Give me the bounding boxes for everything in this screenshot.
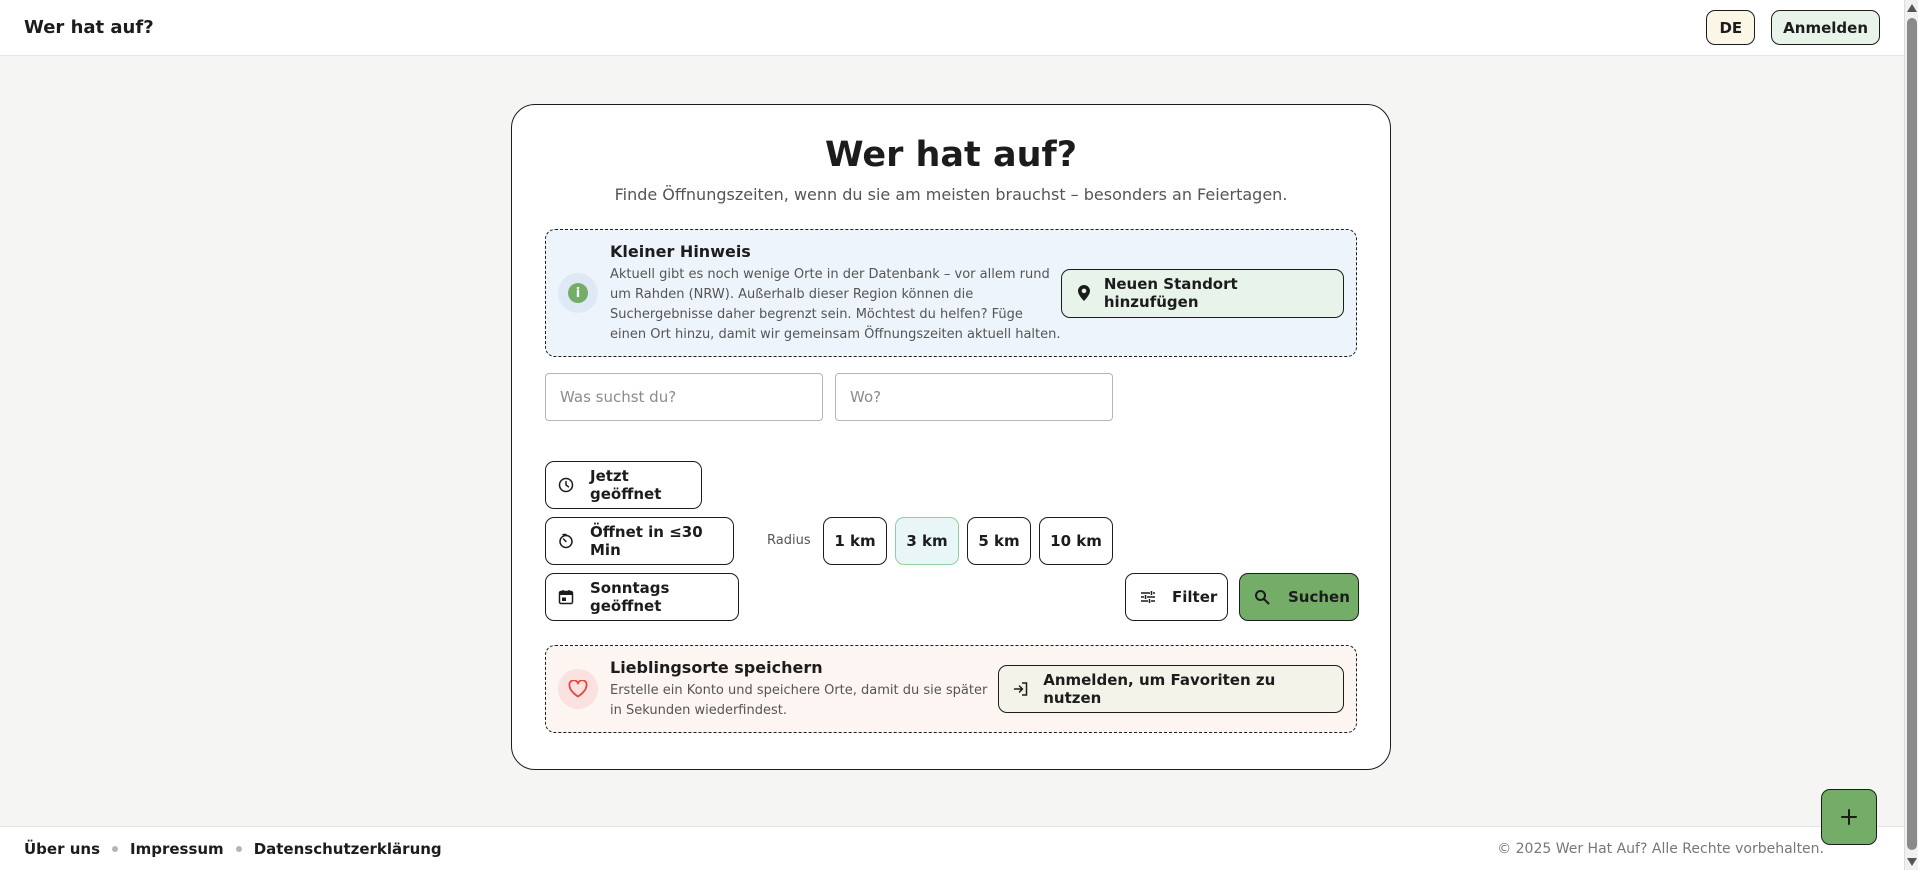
footer-link-privacy[interactable]: Datenschutzerklärung — [254, 840, 442, 858]
favorites-login-label: Anmelden, um Favoriten zu nutzen — [1043, 671, 1276, 707]
login-button[interactable]: Anmelden — [1771, 10, 1880, 45]
page-title: Wer hat auf? — [824, 135, 1078, 175]
sliders-icon — [1140, 589, 1156, 605]
favorites-text: Lieblingsorte speichern Erstelle ein Kon… — [610, 658, 998, 721]
favorites-icon-wrap — [558, 669, 598, 709]
notice-title: Kleiner Hinweis — [610, 241, 751, 261]
footer-link-imprint[interactable]: Impressum — [130, 840, 224, 858]
search-button[interactable]: Suchen — [1239, 573, 1359, 621]
what-search-input[interactable] — [545, 373, 823, 421]
info-icon: i — [568, 283, 588, 303]
notice-text: Kleiner Hinweis Aktuell gibt es noch wen… — [610, 242, 1061, 345]
footer: Über uns Impressum Datenschutzerklärung … — [0, 826, 1904, 870]
heart-icon — [568, 680, 588, 698]
copyright: © 2025 Wer Hat Auf? Alle Rechte vorbehal… — [1497, 840, 1824, 857]
search-card: Wer hat auf? Finde Öffnungszeiten, wenn … — [511, 104, 1391, 770]
calendar-icon — [558, 589, 574, 605]
top-bar: Wer hat auf? DE Anmelden — [0, 0, 1904, 56]
clock-icon — [558, 477, 574, 493]
radius-option-1km[interactable]: 1 km — [823, 517, 887, 565]
header-actions: DE Anmelden — [1706, 10, 1880, 45]
footer-separator — [112, 845, 118, 852]
scroll-down-arrow[interactable] — [1907, 858, 1917, 866]
favorites-title: Lieblingsorte speichern — [610, 657, 823, 677]
sunday-open-chip[interactable]: Sonntags geöffnet — [545, 573, 739, 621]
brand-title[interactable]: Wer hat auf? — [24, 17, 154, 38]
search-row — [545, 373, 1357, 421]
favorites-body: Erstelle ein Konto und speichere Orte, d… — [610, 682, 988, 718]
filter-label: Filter — [1172, 588, 1218, 606]
filter-area: Jetzt geöffnet Öffnet in ≤30 Min Sonntag… — [545, 461, 1359, 621]
language-button[interactable]: DE — [1706, 10, 1756, 45]
filter-button[interactable]: Filter — [1125, 573, 1228, 621]
opens-soon-chip[interactable]: Öffnet in ≤30 Min — [545, 517, 734, 565]
scroll-up-arrow[interactable] — [1907, 4, 1917, 12]
page-scrollbar[interactable] — [1904, 0, 1918, 870]
favorites-login-button[interactable]: Anmelden, um Favoriten zu nutzen — [998, 665, 1344, 713]
notice-body: Aktuell gibt es noch wenige Orte in der … — [610, 266, 1061, 342]
radius-option-3km[interactable]: 3 km — [895, 517, 959, 565]
sunday-open-label: Sonntags geöffnet — [590, 579, 670, 615]
footer-links: Über uns Impressum Datenschutzerklärung — [24, 840, 442, 858]
opens-soon-label: Öffnet in ≤30 Min — [590, 523, 703, 559]
favorites-box: Lieblingsorte speichern Erstelle ein Kon… — [545, 645, 1357, 733]
notice-box: i Kleiner Hinweis Aktuell gibt es noch w… — [545, 229, 1357, 357]
timer-icon — [558, 533, 574, 549]
add-location-button[interactable]: Neuen Standort hinzufügen — [1060, 268, 1344, 318]
search-label: Suchen — [1288, 588, 1350, 606]
add-location-label: Neuen Standort hinzufügen — [1103, 275, 1238, 311]
plus-icon — [1840, 808, 1858, 826]
scroll-thumb[interactable] — [1907, 18, 1917, 850]
open-now-label: Jetzt geöffnet — [590, 467, 662, 503]
where-search-input[interactable] — [835, 373, 1113, 421]
add-place-fab[interactable] — [1821, 789, 1877, 845]
notice-icon-wrap: i — [558, 273, 598, 313]
search-icon — [1254, 589, 1270, 605]
radius-option-5km[interactable]: 5 km — [967, 517, 1031, 565]
radius-label: Radius — [767, 533, 811, 548]
radius-option-10km[interactable]: 10 km — [1039, 517, 1113, 565]
page-subtitle: Finde Öffnungszeiten, wenn du sie am mei… — [614, 185, 1288, 204]
map-pin-icon — [1077, 285, 1090, 301]
footer-link-about[interactable]: Über uns — [24, 840, 100, 858]
footer-separator — [235, 845, 242, 852]
login-icon — [1013, 681, 1029, 697]
open-now-chip[interactable]: Jetzt geöffnet — [545, 461, 702, 509]
